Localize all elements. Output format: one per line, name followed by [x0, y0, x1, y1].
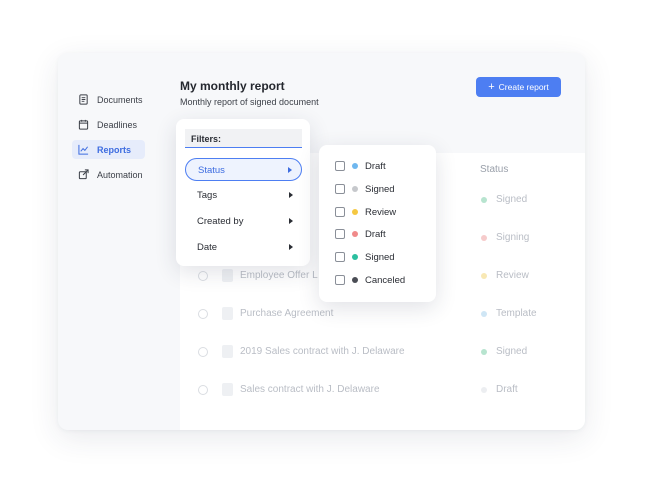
status-option-canceled[interactable]: Canceled	[335, 273, 405, 287]
status-dot	[352, 254, 358, 260]
filter-item-tags[interactable]: Tags	[185, 184, 302, 207]
status-badge: Draft	[496, 384, 518, 395]
status-dot	[481, 311, 487, 317]
status-badge: Signed	[496, 194, 528, 205]
filter-item-label: Date	[197, 242, 218, 253]
filter-item-created-by[interactable]: Created by	[185, 210, 302, 233]
create-report-label: Create report	[498, 82, 549, 92]
status-option-label: Signed	[365, 251, 395, 263]
checkbox[interactable]	[335, 229, 345, 239]
page-title: My monthly report	[180, 79, 285, 93]
status-options-popover: Draft Signed Review Draft Signed Cancele…	[319, 145, 436, 302]
status-dot	[481, 273, 487, 279]
status-dot	[481, 349, 487, 355]
sidebar-item-label: Deadlines	[97, 119, 138, 130]
status-option-label: Canceled	[365, 274, 406, 286]
sidebar-item-automation[interactable]: Automation	[72, 165, 177, 184]
document-icon	[222, 307, 233, 320]
status-option-draft[interactable]: Draft	[335, 227, 386, 241]
status-option-label: Draft	[365, 160, 386, 172]
filter-item-date[interactable]: Date	[185, 236, 302, 259]
status-badge: Signed	[496, 346, 528, 357]
document-icon	[79, 94, 88, 105]
sidebar: Documents Deadlines Reports Automation	[72, 90, 177, 190]
filter-item-status[interactable]: Status	[185, 158, 302, 181]
sidebar-item-deadlines[interactable]: Deadlines	[72, 115, 177, 134]
status-option-label: Draft	[365, 228, 386, 240]
calendar-icon	[78, 119, 89, 130]
status-badge: Review	[496, 270, 529, 281]
sidebar-item-documents[interactable]: Documents	[72, 90, 177, 109]
status-option-draft[interactable]: Draft	[335, 159, 386, 173]
document-icon	[222, 345, 233, 358]
checkbox[interactable]	[335, 275, 345, 285]
status-badge: Template	[496, 308, 537, 319]
sidebar-item-label: Documents	[97, 94, 143, 105]
status-dot	[352, 186, 358, 192]
chart-line-icon	[78, 144, 89, 155]
sidebar-item-label: Automation	[97, 169, 143, 180]
row-name: Sales contract with J. Delaware	[240, 384, 380, 395]
checkbox[interactable]	[335, 184, 345, 194]
status-option-label: Review	[365, 206, 397, 218]
clock-icon	[198, 309, 208, 319]
status-badge: Signing	[496, 232, 530, 243]
status-dot	[352, 209, 358, 215]
status-dot	[352, 231, 358, 237]
caret-right-icon	[289, 218, 293, 224]
status-dot	[481, 197, 487, 203]
caret-right-icon	[289, 244, 293, 250]
status-dot	[481, 387, 487, 393]
filter-item-label: Tags	[197, 190, 218, 201]
caret-right-icon	[288, 167, 292, 173]
caret-right-icon	[289, 192, 293, 198]
row-name: Employee Offer L	[240, 270, 318, 281]
filters-label: Filters:	[185, 129, 302, 148]
filter-item-label: Created by	[197, 216, 244, 227]
status-option-label: Signed	[365, 183, 395, 195]
clock-icon	[198, 271, 208, 281]
status-column-header: Status	[480, 164, 509, 175]
checkbox[interactable]	[335, 161, 345, 171]
sidebar-item-reports[interactable]: Reports	[72, 140, 145, 159]
status-dot	[352, 277, 358, 283]
page-subtitle: Monthly report of signed document	[180, 97, 319, 107]
document-icon	[222, 269, 233, 282]
status-dot	[481, 235, 487, 241]
checkbox[interactable]	[335, 207, 345, 217]
sidebar-item-label: Reports	[97, 144, 132, 155]
status-dot	[352, 163, 358, 169]
document-icon	[222, 383, 233, 396]
plus-icon: +	[488, 80, 495, 93]
table-row[interactable]: 2019 Sales contract with J. Delaware Sig…	[180, 333, 585, 371]
row-name: 2019 Sales contract with J. Delaware	[240, 346, 405, 357]
clock-icon	[198, 347, 208, 357]
external-edit-icon	[78, 169, 89, 180]
filters-dropdown: Filters: Status Tags Created by Date	[176, 119, 310, 266]
status-option-review[interactable]: Review	[335, 205, 396, 219]
table-row[interactable]: Sales contract with J. Delaware Draft	[180, 371, 585, 409]
checkbox[interactable]	[335, 252, 345, 262]
row-name: Purchase Agreement	[240, 308, 334, 319]
status-option-signed[interactable]: Signed	[335, 182, 395, 196]
clock-icon	[198, 385, 208, 395]
create-report-button[interactable]: + Create report	[476, 77, 561, 97]
status-option-signed[interactable]: Signed	[335, 250, 395, 264]
filter-item-label: Status	[198, 165, 225, 176]
